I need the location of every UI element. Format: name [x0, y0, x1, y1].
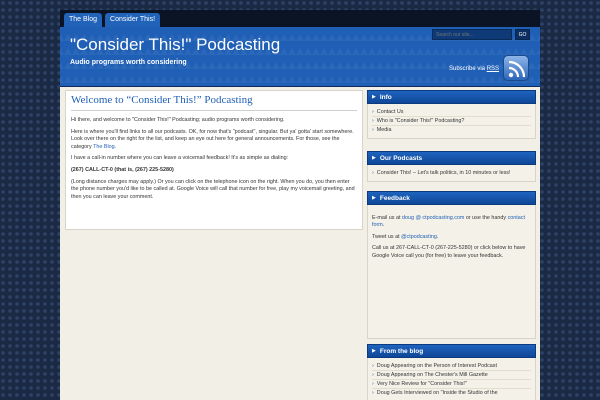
rss-icon[interactable] [503, 55, 529, 81]
widget-podcasts-label: Our Podcasts [379, 154, 423, 162]
post-paragraph-1: Hi there, and welcome to "Consider This!… [71, 117, 285, 123]
bullet-icon: › [372, 170, 374, 176]
feedback-email: E-mail us at doug @ ctpodcasting.com or … [372, 215, 525, 229]
widget-feedback: ▶ Feedback E-mail us at doug @ ctpodcasti… [367, 191, 536, 339]
email-link[interactable]: doug @ ctpodcasting.com [402, 215, 464, 221]
subscribe-prefix: Subscribe via [449, 66, 486, 72]
email-mid: or use the handy [465, 215, 507, 221]
list-item[interactable]: › Consider This! – Let's talk politics, i… [372, 169, 531, 177]
arrow-icon: ▶ [372, 155, 376, 161]
bullet-icon: › [372, 118, 374, 124]
list-item-label: Consider This! – Let's talk politics, in… [376, 170, 511, 176]
list-item-label: Doug Appearing on The Chester's Mill Gaz… [376, 372, 488, 378]
bullet-icon: › [372, 127, 374, 133]
post-paragraph-2: Here is where you'll find links to all o… [71, 128, 354, 150]
post-phone-number: (267) CALL-CT-0 (that is, (267) 225-5280… [71, 166, 174, 173]
list-item[interactable]: › Who is "Consider This!" Podcasting? [372, 117, 531, 126]
list-item[interactable]: › Media [372, 126, 531, 134]
widget-info-label: Info [379, 93, 392, 101]
page-content: Welcome to “Consider This!” Podcasting H… [60, 87, 540, 400]
site-tagline: Audio programs worth considering [70, 59, 187, 66]
the-blog-category-link[interactable]: The Blog [93, 144, 115, 150]
list-item-label: Contact Us [376, 109, 404, 115]
widget-blog-body: › Doug Appearing on the Person of Interes… [367, 358, 536, 400]
widget-info: ▶ Info › Contact Us › Who is "Consider This… [367, 90, 536, 139]
arrow-icon: ▶ [372, 348, 376, 354]
top-navigation: The Blog Consider This! [60, 10, 540, 27]
bullet-icon: › [372, 381, 374, 387]
widget-blog-label: From the blog [379, 347, 424, 355]
list-item[interactable]: › Very Nice Review for "Consider This!" [372, 380, 531, 389]
search-form: GO [432, 29, 530, 40]
main-post: Welcome to “Consider This!” Podcasting H… [65, 90, 363, 230]
widget-feedback-label: Feedback [379, 194, 410, 202]
list-item-label: Who is "Consider This!" Podcasting? [376, 118, 465, 124]
twitter-link[interactable]: @ctpodcasting [401, 234, 437, 240]
tweet-prefix: Tweet us at [372, 233, 400, 240]
site-header: "Consider This!" Podcasting Audio progra… [60, 27, 540, 87]
subscribe-text: Subscribe via RSS [449, 66, 499, 72]
post-body: Hi there, and welcome to "Consider This!… [71, 117, 357, 201]
bullet-icon: › [372, 372, 374, 378]
tab-the-blog[interactable]: The Blog [64, 13, 103, 27]
list-item-label: Doug Gets Interviewed on "Inside the Stu… [376, 390, 498, 396]
rss-link[interactable]: RSS [487, 66, 499, 72]
site-title[interactable]: "Consider This!" Podcasting [70, 35, 280, 55]
widget-podcasts-title: ▶ Our Podcasts [367, 151, 536, 165]
list-item-label: Media [376, 127, 392, 133]
bullet-icon: › [372, 363, 374, 369]
widget-blog-title: ▶ From the blog [367, 344, 536, 358]
list-item-label: Doug Appearing on the Person of Interest… [376, 363, 497, 369]
widget-info-title: ▶ Info [367, 90, 536, 104]
arrow-icon: ▶ [372, 195, 376, 201]
widget-from-the-blog: ▶ From the blog › Doug Appearing on the Pe… [367, 344, 536, 400]
post-paragraph-5: (Long distance charges may apply.) Or yo… [71, 178, 355, 200]
tab-consider-this[interactable]: Consider This! [105, 13, 161, 27]
search-go-button[interactable]: GO [515, 29, 530, 40]
bullet-icon: › [372, 109, 374, 115]
feedback-tweet: Tweet us at @ctpodcasting. [372, 233, 439, 240]
feedback-call: Call us at 267-CALL-CT-0 (267-225-5280) … [372, 245, 526, 259]
email-prefix: E-mail us at [372, 215, 401, 221]
bullet-icon: › [372, 390, 374, 396]
widget-podcasts: ▶ Our Podcasts › Consider This! – Let's ta… [367, 151, 536, 182]
post-paragraph-3: I have a call-in number where you can le… [71, 155, 289, 162]
list-item[interactable]: › Contact Us [372, 108, 531, 117]
list-item[interactable]: › Doug Gets Interviewed on "Inside the St… [372, 389, 531, 397]
widget-podcasts-body: › Consider This! – Let's talk politics, i… [367, 165, 536, 182]
widget-feedback-title: ▶ Feedback [367, 191, 536, 205]
list-item[interactable]: › Doug Appearing on the Person of Interes… [372, 362, 531, 371]
list-item[interactable]: › Doug Appearing on The Chester's Mill Ga… [372, 371, 531, 380]
search-input[interactable] [432, 29, 512, 40]
widget-feedback-body: E-mail us at doug @ ctpodcasting.com or … [367, 205, 536, 339]
post-title[interactable]: Welcome to “Consider This!” Podcasting [71, 94, 357, 111]
widget-info-body: › Contact Us › Who is "Consider This!" Pod… [367, 104, 536, 139]
arrow-icon: ▶ [372, 94, 376, 100]
list-item-label: Very Nice Review for "Consider This!" [376, 381, 467, 387]
